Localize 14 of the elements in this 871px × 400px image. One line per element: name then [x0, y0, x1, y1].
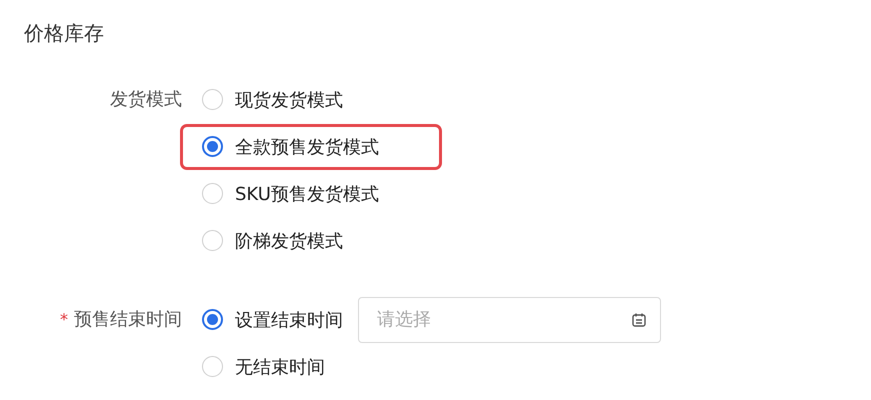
radio-option[interactable]: SKU预售发货模式 — [180, 170, 386, 216]
radio-option[interactable]: 现货发货模式 — [180, 76, 350, 122]
required-mark: * — [60, 310, 68, 328]
section-title: 价格库存 — [23, 20, 105, 44]
radio-option[interactable]: 无结束时间 — [180, 344, 332, 390]
radio-option[interactable]: 阶梯发货模式 — [180, 218, 350, 264]
calendar-icon — [631, 312, 647, 328]
radio-option[interactable]: 设置结束时间 — [180, 296, 350, 342]
field-label: 预售结束时间 — [74, 308, 182, 331]
radio-icon[interactable] — [202, 136, 223, 157]
field-label: 发货模式 — [110, 88, 182, 111]
date-field[interactable]: 请选择 — [358, 296, 661, 342]
radio-icon[interactable] — [202, 309, 223, 330]
highlighted-radio-option[interactable]: 全款预售发货模式 — [180, 124, 442, 170]
